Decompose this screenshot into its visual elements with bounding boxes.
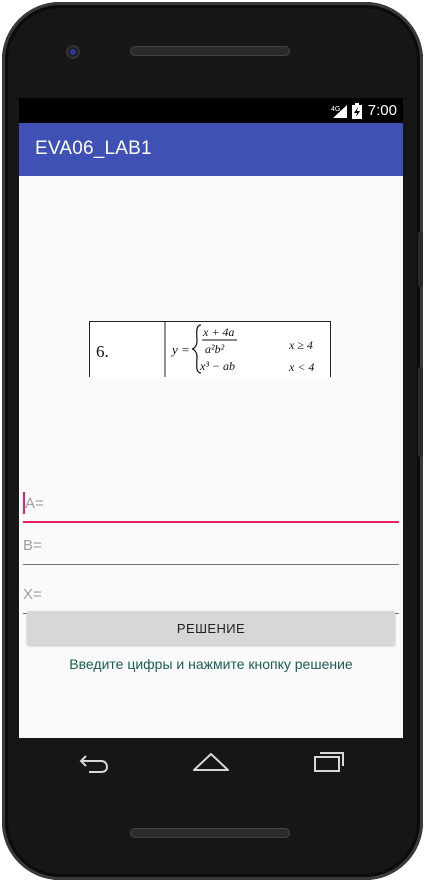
status-bar: 4G 7:00 [19,98,403,123]
screen: 4G 7:00 EVA06_LAB1 6. y = x + 4a a²b² x … [19,98,403,738]
signal-icon: 4G [331,105,347,118]
app-title: EVA06_LAB1 [35,138,152,159]
main-content: 6. y = x + 4a a²b² x ≥ 4 x³ − ab x < 4 A… [19,176,403,738]
back-icon[interactable] [77,748,111,776]
hint-text: Введите цифры и нажмите кнопку решение [69,656,353,672]
formula-case1-numerator: x + 4a [202,325,234,339]
a-input[interactable]: A= [23,489,399,523]
b-input[interactable]: B= [23,531,399,565]
formula-image: 6. y = x + 4a a²b² x ≥ 4 x³ − ab x < 4 [89,321,333,377]
front-camera [66,45,80,59]
solve-button[interactable]: РЕШЕНИЕ [27,611,395,645]
x-input[interactable]: X= [23,580,399,614]
svg-text:4G: 4G [331,106,340,113]
navigation-bar [19,738,403,786]
status-time: 7:00 [367,102,397,119]
bottom-speaker [130,828,290,838]
b-input-hint: B= [23,537,42,554]
formula-case1-denominator: a²b² [205,342,225,356]
recents-icon[interactable] [311,748,347,776]
formula-case1-condition: x ≥ 4 [288,338,313,352]
x-input-hint: X= [23,586,42,603]
formula-case2-condition: x < 4 [288,360,314,374]
volume-button [418,232,423,287]
home-icon[interactable] [191,748,231,776]
formula-case2-expression: x³ − ab [199,359,235,373]
a-input-underline [23,521,399,523]
a-input-hint: A= [25,495,44,512]
formula-lhs: y = [170,342,190,357]
b-input-underline [23,564,399,565]
battery-charging-icon [352,103,362,119]
top-speaker [130,46,290,56]
power-button [418,367,423,457]
app-bar: EVA06_LAB1 [19,123,403,176]
formula-number: 6. [96,342,109,361]
